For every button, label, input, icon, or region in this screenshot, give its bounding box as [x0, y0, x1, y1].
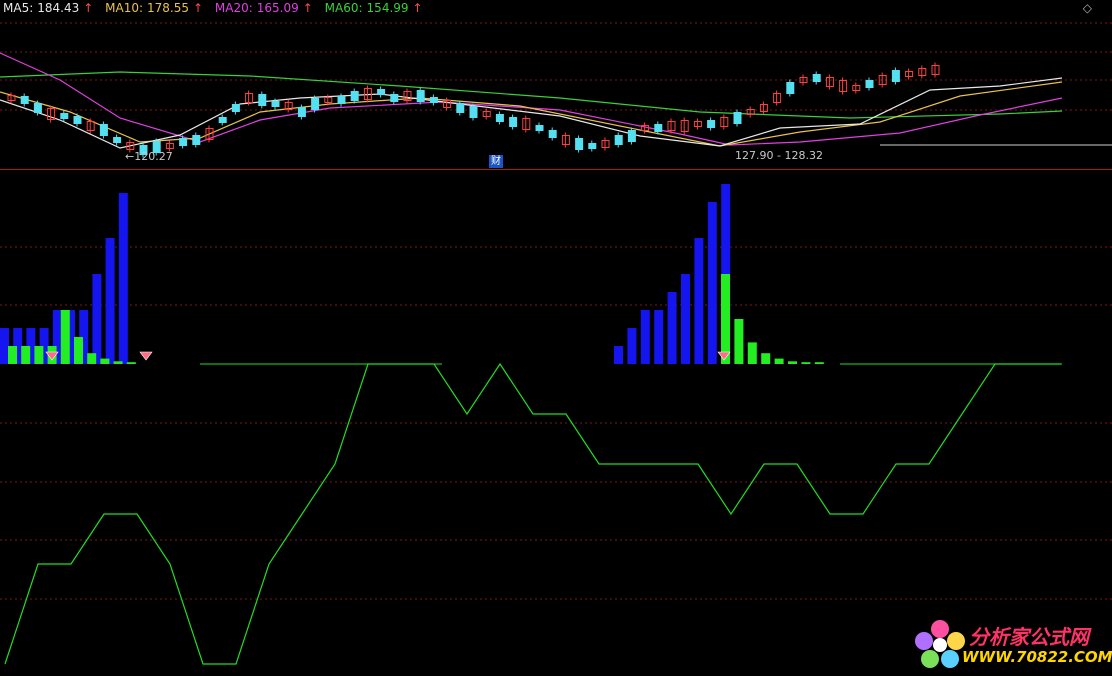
green-bar [100, 358, 110, 364]
green-bar [74, 337, 83, 364]
blue-bar [694, 238, 704, 364]
candle-body [179, 138, 188, 146]
ma20-legend: MA20: 165.09 ↑ [214, 1, 313, 15]
candle-body [614, 135, 623, 145]
green-bar [60, 310, 70, 364]
blue-bar [614, 346, 623, 364]
candle-body [99, 124, 108, 136]
ma60-legend: MA60: 154.99 ↑ [324, 1, 423, 15]
candle-body [509, 117, 518, 127]
blue-bar [667, 292, 677, 364]
candle-body [456, 103, 465, 113]
ma-line [0, 77, 1063, 149]
candle-body [588, 143, 597, 149]
candle-body [390, 94, 399, 102]
candle-body [337, 96, 346, 104]
blue-bar [105, 238, 115, 364]
candle-body [377, 89, 386, 95]
ma-line [0, 52, 1063, 146]
diamond-icon[interactable]: ◇ [1083, 1, 1092, 15]
watermark-title: 分析家公式网 [969, 625, 1089, 649]
candle-body [786, 82, 795, 94]
indicator-bars [0, 184, 1062, 365]
flower-logo-icon [915, 620, 965, 668]
candle-body [733, 112, 742, 124]
candle-body [192, 135, 201, 145]
candlestick-series [7, 62, 940, 158]
candle-body [33, 103, 42, 113]
ma-line [0, 81, 1063, 147]
green-bar [761, 353, 771, 364]
green-bar [734, 319, 744, 364]
green-bar [87, 353, 97, 364]
green-bar [774, 358, 784, 364]
watermark-url: WWW.70822.COM [962, 648, 1112, 666]
ma-line [0, 71, 1063, 119]
candle-body [218, 117, 227, 123]
green-bar [801, 362, 811, 364]
candle-body [258, 94, 267, 106]
blue-bar [640, 310, 650, 364]
candle-body [20, 96, 29, 104]
price-range-label: 127.90 - 128.32 [735, 149, 823, 162]
candle-body [311, 98, 320, 110]
blue-bar [92, 274, 102, 364]
candle-body [654, 124, 663, 132]
candle-body [416, 90, 425, 102]
candle-body [535, 125, 544, 131]
blue-bar [0, 328, 9, 364]
candle-body [548, 130, 557, 138]
candle-body [891, 70, 900, 82]
candle-body [865, 80, 874, 88]
blue-bar [681, 274, 690, 364]
green-bar [21, 346, 31, 364]
site-watermark: 分析家公式网 WWW.70822.COM [912, 617, 1112, 672]
candle-body [73, 116, 82, 124]
candle-body [707, 120, 716, 128]
candle-body [469, 106, 478, 118]
green-bar [788, 361, 797, 364]
candle-body [231, 104, 240, 112]
blue-bar [707, 202, 717, 364]
ma10-legend: MA10: 178.55 ↑ [105, 1, 204, 15]
candle-body [627, 130, 636, 142]
candle-body [575, 138, 584, 150]
candle-body [113, 137, 122, 143]
green-bar [113, 361, 123, 364]
green-bar [814, 362, 824, 364]
blue-bar [118, 193, 128, 364]
oscillator-path [4, 362, 1061, 665]
candle-body [271, 101, 280, 107]
candle-body [429, 97, 438, 103]
finance-badge[interactable]: 财 [489, 155, 503, 168]
stock-chart [0, 22, 1112, 665]
candle-body [297, 107, 306, 117]
low-price-label: ←120.27 [125, 150, 173, 163]
candle-body [495, 114, 504, 122]
blue-bar [627, 328, 637, 364]
green-bar [747, 342, 757, 364]
gem-marker-icon [139, 351, 153, 361]
oscillator-line [4, 362, 1061, 665]
candle-body [350, 91, 359, 101]
moving-average-lines [0, 52, 1063, 149]
candle-body [60, 113, 69, 119]
candle-body [812, 74, 821, 82]
green-bar [126, 362, 136, 364]
ma5-legend: MA5: 184.43 ↑ [3, 1, 94, 15]
blue-bar [654, 310, 664, 364]
green-bar [8, 346, 17, 364]
green-bar [721, 274, 730, 364]
green-bar [34, 346, 44, 364]
ma-legend: MA5: 184.43 ↑ MA10: 178.55 ↑ MA20: 165.09 ↑ MA… [3, 1, 431, 15]
